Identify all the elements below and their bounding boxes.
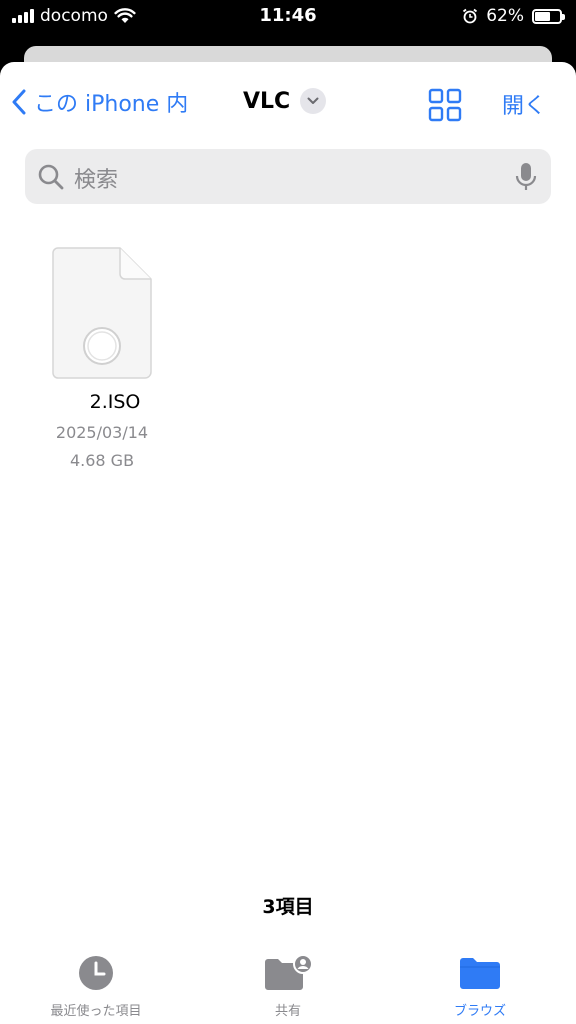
back-button-label: この iPhone 内 [34, 92, 189, 117]
grid-icon [428, 88, 462, 122]
tab-shared-label: 共有 [274, 1004, 301, 1019]
folder-icon [384, 952, 576, 994]
shared-folder-icon [192, 952, 384, 994]
file-name: 2.ISO [89, 391, 141, 413]
tab-recents[interactable]: 最近使った項目 [0, 952, 192, 1019]
search-field[interactable]: 検索 [25, 149, 551, 204]
item-count: 3項目 [262, 896, 314, 918]
tab-recents-label: 最近使った項目 [50, 1004, 142, 1019]
search-placeholder: 検索 [74, 168, 119, 193]
open-button[interactable]: 開く [502, 88, 546, 120]
back-button[interactable]: この iPhone 内 [12, 86, 188, 118]
generic-document-icon [52, 247, 152, 379]
battery-icon [532, 8, 565, 24]
file-browser-sheet: この iPhone 内 VLC 開く 検索 2.ISO 2025/03/14 4… [0, 62, 576, 1024]
tab-browse[interactable]: ブラウズ [384, 952, 576, 1019]
search-icon [38, 164, 64, 190]
status-right: 62% [462, 6, 565, 26]
tab-bar: 最近使った項目 共有 ブラウズ [0, 952, 576, 1024]
title-menu[interactable]: VLC [243, 88, 327, 114]
view-mode-button[interactable] [428, 88, 462, 126]
alarm-icon [463, 8, 478, 24]
tab-browse-label: ブラウズ [453, 1004, 506, 1019]
battery-percent: 62% [486, 6, 524, 26]
status-bar: docomo 11:46 62% [0, 0, 576, 34]
tab-shared[interactable]: 共有 [192, 952, 384, 1019]
microphone-icon[interactable] [515, 162, 537, 192]
battery-fill [535, 11, 550, 21]
file-date: 2025/03/14 [55, 423, 149, 442]
chevron-down-icon[interactable] [300, 88, 327, 114]
page-title: VLC [243, 88, 291, 114]
open-button-label: 開く [502, 94, 547, 119]
clock-icon [0, 952, 192, 994]
file-size: 4.68 GB [69, 451, 135, 470]
navigation-bar: この iPhone 内 VLC 開く [0, 62, 576, 146]
chevron-left-icon [12, 89, 26, 115]
